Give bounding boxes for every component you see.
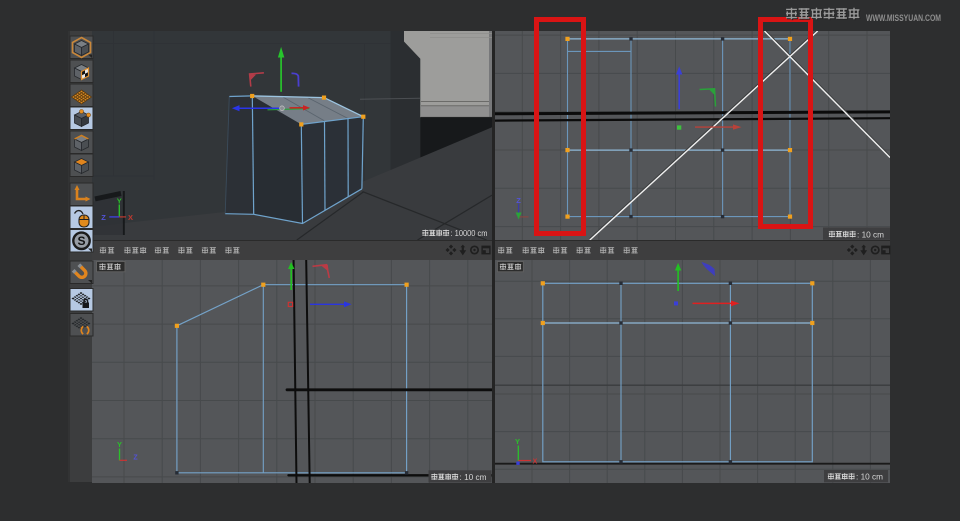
svg-text:: 10000 cm: : 10000 cm [451, 229, 488, 238]
svg-text:: 10 cm: : 10 cm [857, 230, 884, 239]
svg-text:: 10 cm: : 10 cm [856, 473, 883, 482]
svg-text:: 10 cm: : 10 cm [460, 473, 487, 482]
svg-text:S: S [77, 234, 85, 248]
svg-text:WWW.MISSYUAN.COM: WWW.MISSYUAN.COM [866, 13, 941, 24]
